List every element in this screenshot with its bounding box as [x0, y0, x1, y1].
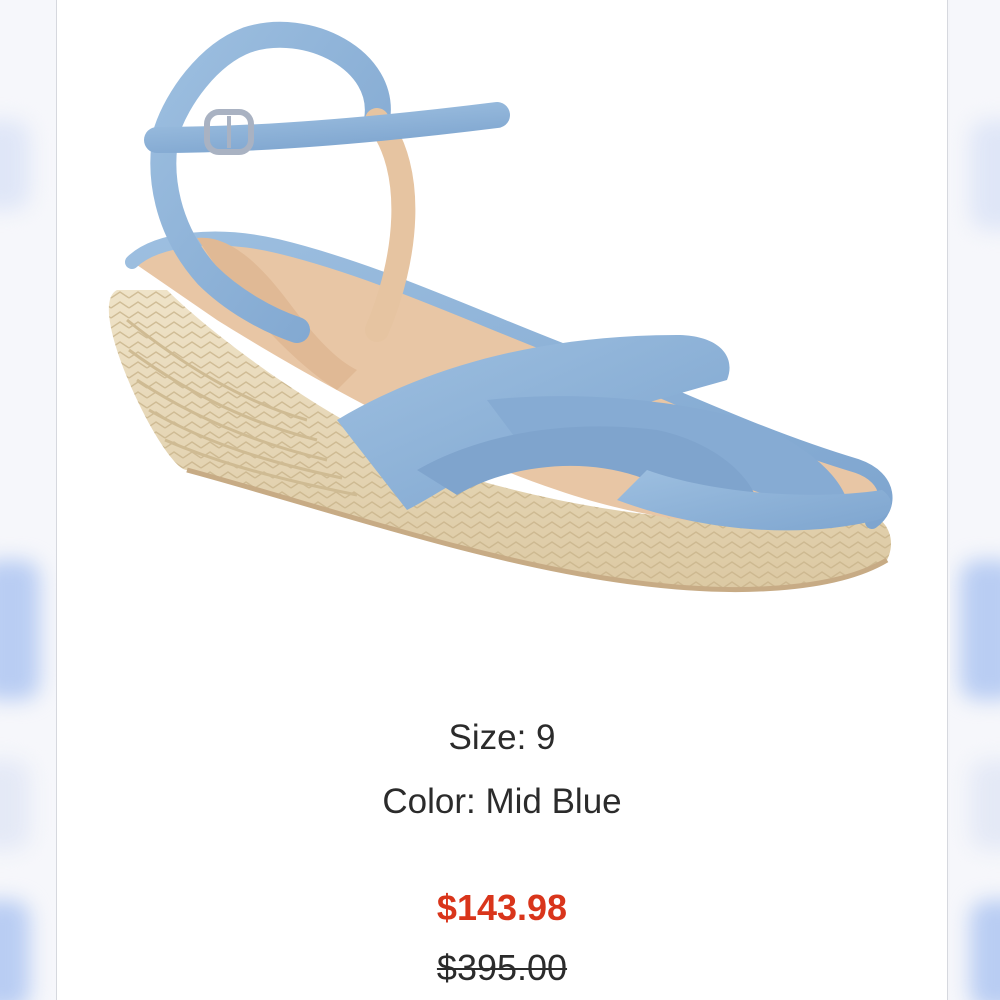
product-card[interactable]: Size: 9 Color: Mid Blue $143.98 $395.00 [56, 0, 948, 1000]
size-value: 9 [536, 718, 556, 757]
sale-price: $143.98 [436, 887, 568, 928]
page: Size: 9 Color: Mid Blue $143.98 $395.00 [0, 0, 1000, 1000]
original-price: $395.00 [436, 947, 568, 988]
color-value: Mid Blue [485, 782, 622, 821]
background-content-right [950, 0, 1000, 1000]
color-label: Color: [382, 782, 476, 821]
product-image[interactable] [57, 0, 947, 660]
size-line: Size: 9 [57, 716, 947, 760]
background-content-left [0, 0, 56, 1000]
size-label: Size: [448, 718, 527, 757]
color-line: Color: Mid Blue [57, 780, 947, 824]
